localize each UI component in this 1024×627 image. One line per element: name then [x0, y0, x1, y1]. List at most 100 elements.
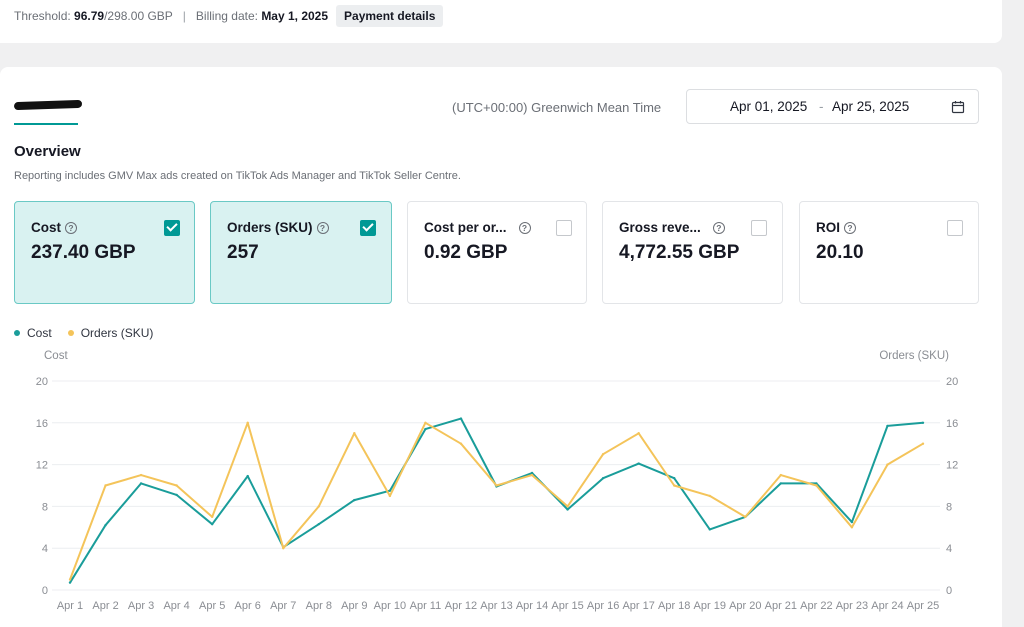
data-point-cost [424, 427, 427, 431]
metric-label: Orders (SKU)? [227, 220, 329, 235]
data-point-orders [566, 505, 569, 508]
data-point-orders [601, 452, 605, 456]
data-point-orders [850, 526, 854, 529]
legend-label: Cost [27, 326, 52, 340]
x-tick-label: Apr 1 [57, 600, 83, 612]
data-point-cost [139, 482, 143, 485]
data-point-orders [886, 463, 889, 466]
legend-label: Orders (SKU) [80, 326, 154, 340]
x-tick-label: Apr 13 [480, 600, 512, 612]
data-point-orders [139, 473, 143, 477]
data-point-cost [459, 417, 463, 420]
data-point-cost [921, 421, 925, 424]
y-tick-label-left: 0 [42, 585, 48, 597]
metric-card-orders[interactable]: Orders (SKU)? 257 [210, 201, 392, 304]
data-point-cost [886, 424, 889, 428]
payment-details-button[interactable]: Payment details [336, 5, 444, 27]
billing-date-label: Billing date: [195, 9, 258, 23]
data-point-orders [317, 505, 320, 508]
date-separator: - [819, 99, 824, 114]
data-point-orders [495, 484, 498, 487]
help-icon[interactable]: ? [65, 221, 77, 234]
metric-card-roi[interactable]: ROI? 20.10 [799, 201, 979, 304]
x-tick-label: Apr 10 [374, 600, 406, 612]
data-point-cost [673, 476, 676, 480]
help-icon[interactable]: ? [316, 221, 329, 234]
threshold-used: 96.79 [74, 9, 105, 23]
data-point-orders [104, 484, 107, 487]
data-point-orders [530, 473, 534, 477]
x-tick-label: Apr 14 [516, 600, 548, 612]
y-tick-label-right: 8 [946, 501, 952, 513]
x-tick-label: Apr 6 [235, 600, 261, 612]
series-line-cost [69, 417, 924, 584]
timezone-label: (UTC+00:00) Greenwich Mean Time [452, 100, 662, 115]
metric-value: 20.10 [816, 242, 864, 263]
metric-value: 4,772.55 GBP [619, 242, 740, 263]
overview-title: Overview [14, 143, 81, 160]
help-icon[interactable]: ? [518, 221, 531, 234]
series-line-orders [69, 421, 924, 580]
metric-label: Cost per or...? [424, 220, 531, 235]
data-point-orders [459, 442, 463, 445]
data-point-cost [68, 581, 72, 584]
tab-underline [14, 123, 78, 125]
metric-value: 0.92 GBP [424, 242, 508, 263]
account-tab[interactable] [13, 97, 83, 125]
x-tick-label: Apr 18 [658, 600, 690, 612]
y-tick-label-left: 12 [36, 460, 48, 472]
x-tick-label: Apr 25 [907, 600, 939, 612]
metric-card-cost[interactable]: Cost? 237.40 GBP [14, 201, 195, 304]
date-range-picker[interactable]: Apr 01, 2025 - Apr 25, 2025 [686, 89, 979, 124]
billing-bar: Threshold: 96.79 /298.00 GBP | Billing d… [0, 0, 1002, 43]
help-icon[interactable]: ? [844, 221, 857, 234]
overview-card: (UTC+00:00) Greenwich Mean Time Apr 01, … [0, 67, 1002, 627]
data-point-cost [246, 474, 249, 478]
metric-checkbox[interactable] [164, 220, 180, 236]
data-point-orders [708, 494, 711, 498]
overview-subtitle: Reporting includes GMV Max ads created o… [14, 170, 461, 182]
metric-card-cost-per-order[interactable]: Cost per or...? 0.92 GBP [407, 201, 587, 304]
y-tick-label-right: 16 [946, 418, 958, 430]
threshold-total: /298.00 GBP [104, 9, 173, 23]
separator: | [182, 9, 186, 23]
help-icon[interactable]: ? [712, 221, 725, 234]
data-point-orders [353, 432, 356, 435]
chart-legend: Cost Orders (SKU) [14, 326, 153, 340]
metric-checkbox[interactable] [556, 220, 572, 236]
metric-checkbox[interactable] [360, 220, 376, 236]
y-axis-title-right: Orders (SKU) [879, 350, 949, 362]
data-point-orders [921, 442, 925, 445]
data-point-cost [850, 520, 854, 524]
x-tick-label: Apr 7 [270, 600, 296, 612]
data-point-orders [815, 484, 818, 487]
y-tick-label-right: 0 [946, 585, 952, 597]
data-point-orders [744, 515, 747, 519]
data-point-cost [388, 489, 392, 492]
x-tick-label: Apr 5 [199, 600, 225, 612]
data-point-cost [104, 524, 107, 527]
y-tick-label-left: 4 [42, 543, 48, 555]
metric-checkbox[interactable] [947, 220, 963, 236]
data-point-orders [388, 494, 392, 498]
redacted-account-name [13, 99, 83, 111]
metric-label: Gross reve...? [619, 220, 725, 235]
data-point-cost [530, 471, 534, 475]
data-point-orders [68, 578, 72, 581]
calendar-icon [951, 101, 965, 114]
data-point-cost [779, 482, 783, 485]
metric-value: 257 [227, 242, 259, 263]
x-tick-label: Apr 20 [729, 600, 761, 612]
line-chart: Cost Orders (SKU) 0 0 4 4 8 8 12 12 16 16 20 20 Apr 1 A… [36, 350, 959, 612]
x-tick-label: Apr 12 [445, 600, 477, 612]
legend-item-cost[interactable]: Cost [14, 326, 52, 340]
date-end: Apr 25, 2025 [832, 99, 910, 114]
y-tick-label-right: 4 [946, 543, 952, 555]
metric-label: Cost? [31, 220, 77, 235]
x-tick-label: Apr 15 [551, 600, 583, 612]
metric-card-gross-revenue[interactable]: Gross reve...? 4,772.55 GBP [602, 201, 783, 304]
legend-item-orders[interactable]: Orders (SKU) [67, 326, 154, 340]
x-tick-label: Apr 23 [836, 600, 868, 612]
x-tick-label: Apr 17 [622, 600, 654, 612]
metric-checkbox[interactable] [751, 220, 767, 236]
